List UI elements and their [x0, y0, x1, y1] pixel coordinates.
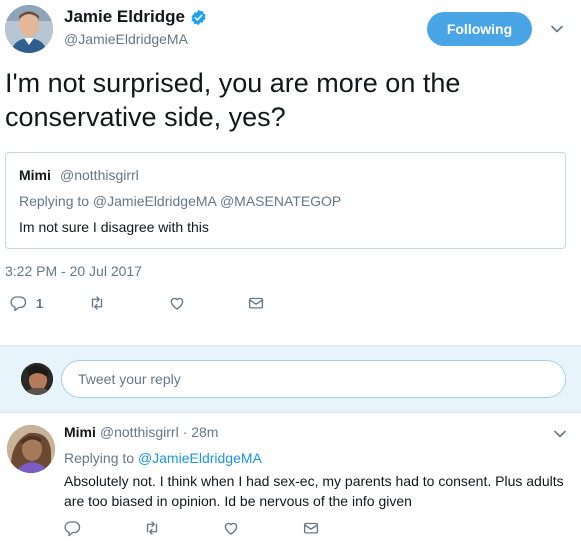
current-user-avatar: [21, 363, 53, 395]
author-handle[interactable]: @JamieEldridgeMA: [64, 31, 188, 47]
replying-to-link[interactable]: @JamieEldridgeMA: [138, 450, 262, 466]
caret-down-icon[interactable]: [553, 427, 567, 441]
like-icon: [224, 522, 238, 535]
quoted-author-handle: @notthisgirrl: [60, 167, 139, 183]
tweet-text: I'm not surprised, you are more on the c…: [5, 68, 461, 132]
quoted-tweet[interactable]: Mimi @notthisgirrl Replying to @JamieEld…: [5, 152, 566, 249]
reply-author-avatar[interactable]: [7, 425, 55, 473]
author-name-text[interactable]: Jamie Eldridge: [64, 7, 185, 27]
replying-to-prefix: Replying to: [64, 450, 135, 466]
reply-author-handle[interactable]: @notthisgirrl: [100, 424, 179, 440]
reply-replying-to: Replying to @JamieEldridgeMA: [64, 450, 262, 466]
dm-button[interactable]: [247, 294, 265, 312]
following-button[interactable]: Following: [427, 12, 532, 46]
quoted-text: Im not sure I disagree with this: [19, 219, 209, 235]
quoted-author-name: Mimi: [19, 167, 51, 183]
reply-reply-button[interactable]: [63, 519, 81, 537]
reply-time[interactable]: · 28m: [183, 424, 219, 440]
reply-actions: [0, 519, 581, 541]
retweet-icon: [146, 521, 158, 535]
reply-like-button[interactable]: [222, 519, 240, 537]
reply-count: 1: [36, 295, 44, 311]
retweet-icon: [91, 296, 103, 310]
quoted-replying-to: Replying to @JamieEldridgeMA @MASENATEGO…: [19, 193, 342, 209]
main-tweet: Jamie Eldridge @JamieEldridgeMA Followin…: [0, 0, 581, 345]
retweet-button[interactable]: [88, 294, 106, 312]
author-avatar[interactable]: [5, 5, 53, 53]
reply-icon: [64, 521, 81, 537]
reply-input[interactable]: [61, 360, 566, 398]
reply-tweet[interactable]: Mimi @notthisgirrl · 28m Replying to @Ja…: [0, 414, 581, 542]
reply-header: Mimi @notthisgirrl · 28m: [64, 424, 218, 440]
reply-author-name[interactable]: Mimi: [64, 424, 96, 440]
reply-compose-bar: [0, 345, 581, 413]
like-icon: [170, 297, 184, 310]
tweet-timestamp[interactable]: 3:22 PM - 20 Jul 2017: [5, 263, 142, 279]
reply-dm-button[interactable]: [302, 519, 320, 537]
reply-button[interactable]: 1: [9, 294, 43, 312]
caret-down-icon[interactable]: [550, 22, 564, 36]
tweet-actions: 1: [0, 290, 581, 320]
reply-icon: [10, 296, 27, 312]
reply-retweet-button[interactable]: [143, 519, 161, 537]
reply-text: Absolutely not. I think when I had sex-e…: [64, 473, 564, 509]
verified-icon: [191, 9, 206, 25]
like-button[interactable]: [168, 294, 186, 312]
dm-icon: [248, 297, 264, 309]
author-name[interactable]: Jamie Eldridge: [64, 7, 207, 27]
dm-icon: [303, 522, 319, 534]
